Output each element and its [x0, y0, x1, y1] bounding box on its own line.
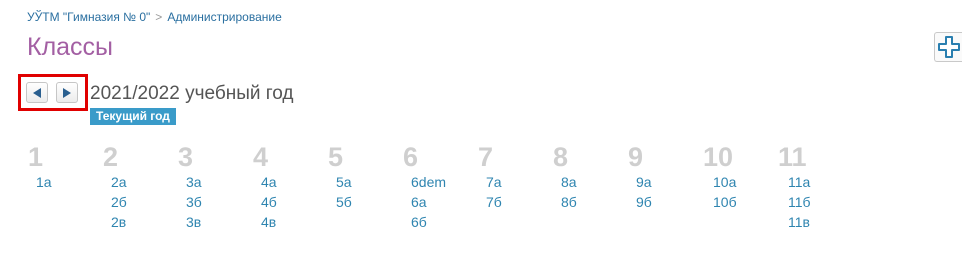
grade-number: 1: [28, 142, 44, 172]
grade-number: 2: [103, 142, 119, 172]
class-link[interactable]: 10а: [713, 172, 737, 192]
grade-column-11: 11 11а 11б 11в: [778, 142, 811, 232]
grade-number: 4: [253, 142, 269, 172]
grade-number: 7: [478, 142, 494, 172]
class-link[interactable]: 6dem: [411, 172, 446, 192]
class-link[interactable]: 2в: [111, 212, 127, 232]
class-link[interactable]: 11б: [788, 192, 811, 212]
grade-column-6: 6 6dem 6а 6б: [403, 142, 446, 232]
grade-column-7: 7 7а 7б: [478, 142, 502, 212]
class-link[interactable]: 4в: [261, 212, 277, 232]
class-link[interactable]: 6б: [411, 212, 446, 232]
class-link[interactable]: 9б: [636, 192, 652, 212]
breadcrumb-separator: >: [155, 10, 163, 24]
grade-number: 8: [553, 142, 569, 172]
class-link[interactable]: 8б: [561, 192, 577, 212]
arrow-left-icon: [33, 87, 41, 98]
class-link[interactable]: 3а: [186, 172, 202, 192]
current-year-badge: Текущий год: [90, 108, 176, 125]
breadcrumb-school-link[interactable]: УЎТМ "Гимназия № 0": [27, 10, 150, 24]
class-link[interactable]: 2б: [111, 192, 127, 212]
breadcrumb: УЎТМ "Гимназия № 0" > Администрирование: [27, 10, 282, 24]
grade-number: 3: [178, 142, 194, 172]
class-link[interactable]: 9а: [636, 172, 652, 192]
next-year-button[interactable]: [56, 82, 78, 103]
class-link[interactable]: 6а: [411, 192, 446, 212]
class-link[interactable]: 3б: [186, 192, 202, 212]
class-link[interactable]: 8а: [561, 172, 577, 192]
grade-number: 6: [403, 142, 419, 172]
grade-column-4: 4 4а 4б 4в: [253, 142, 277, 232]
class-link[interactable]: 4а: [261, 172, 277, 192]
grade-number: 9: [628, 142, 644, 172]
class-link[interactable]: 7б: [486, 192, 502, 212]
class-link[interactable]: 7а: [486, 172, 502, 192]
class-link[interactable]: 11в: [788, 212, 811, 232]
class-link[interactable]: 4б: [261, 192, 277, 212]
class-link[interactable]: 3в: [186, 212, 202, 232]
grade-number: 11: [778, 142, 807, 172]
class-link[interactable]: 10б: [713, 192, 737, 212]
grade-column-10: 10 10а 10б: [703, 142, 737, 212]
year-navigation: [18, 74, 88, 111]
grade-number: 5: [328, 142, 344, 172]
arrow-right-icon: [63, 87, 71, 98]
class-link[interactable]: 1а: [36, 172, 52, 192]
academic-year-label: 2021/2022 учебный год: [90, 83, 294, 104]
grade-number: 10: [703, 142, 734, 172]
grade-column-1: 1 1а: [28, 142, 52, 192]
class-link[interactable]: 5а: [336, 172, 352, 192]
class-link[interactable]: 11а: [788, 172, 811, 192]
grade-column-5: 5 5а 5б: [328, 142, 352, 212]
class-link[interactable]: 5б: [336, 192, 352, 212]
grade-column-9: 9 9а 9б: [628, 142, 652, 212]
class-link[interactable]: 2а: [111, 172, 127, 192]
previous-year-button[interactable]: [26, 82, 48, 103]
grade-column-3: 3 3а 3б 3в: [178, 142, 202, 232]
page-title: Классы: [27, 33, 114, 61]
add-class-button[interactable]: [934, 32, 962, 62]
grade-column-2: 2 2а 2б 2в: [103, 142, 127, 232]
plus-icon: [937, 36, 960, 58]
grade-column-8: 8 8а 8б: [553, 142, 577, 212]
breadcrumb-section-link[interactable]: Администрирование: [167, 10, 281, 24]
